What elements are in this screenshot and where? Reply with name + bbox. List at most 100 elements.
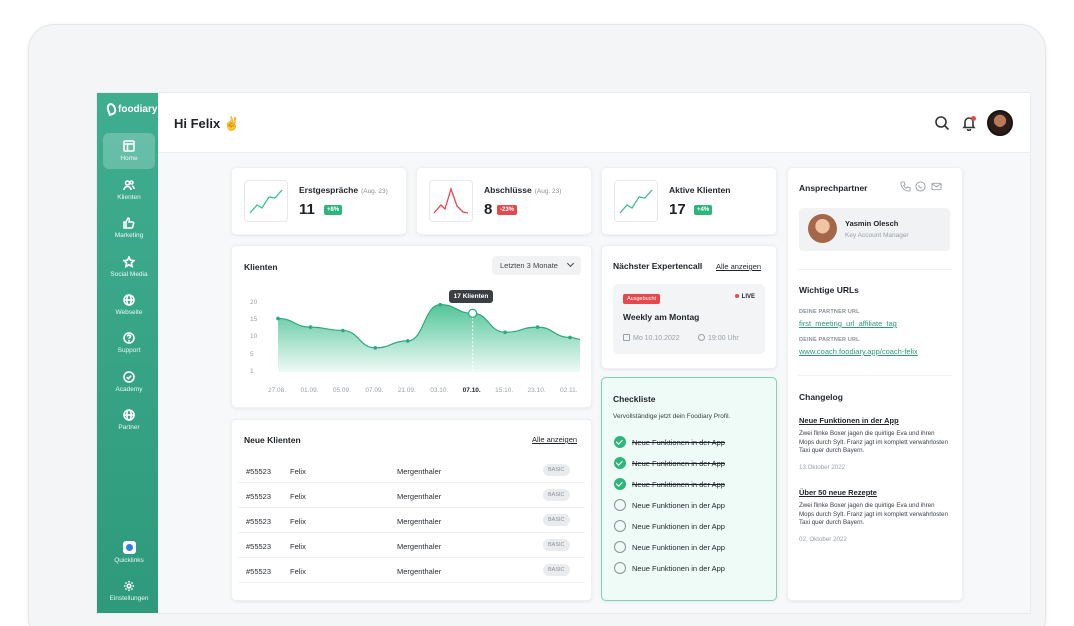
event-time: 19:00 Uhr (698, 334, 739, 342)
checked-circle-icon[interactable] (614, 436, 626, 448)
checklist-item[interactable]: Neue Funktionen in der App (614, 518, 774, 534)
sidebar-item-webseite[interactable]: Webseite (103, 287, 155, 323)
table-row[interactable]: #55523 Felix Mergenthaler BASIC (238, 533, 585, 558)
y-tick-label: 1 (250, 368, 254, 375)
table-row[interactable]: #55523 Felix Mergenthaler BASIC (238, 558, 585, 583)
checklist-item[interactable]: Neue Funktionen in der App (614, 455, 774, 471)
x-tick-label: 15.10. (495, 387, 514, 394)
chart-point[interactable] (468, 308, 478, 318)
client-id: #55523 (246, 467, 272, 476)
star-icon (123, 256, 135, 268)
changelog-entry-text: Zwei flinke Boxer jagen die quirlige Eva… (799, 430, 948, 454)
client-first-name: Felix (290, 542, 306, 551)
trend-up-icon (249, 189, 283, 214)
changelog-entry-title[interactable]: Neue Funktionen in der App (799, 416, 899, 425)
globe-icon (123, 409, 135, 421)
sidebar-item-marketing[interactable]: Marketing (103, 210, 155, 246)
checklist-item-label: Neue Funktionen in der App (632, 479, 725, 489)
neue-klienten-show-all-link[interactable]: Alle anzeigen (532, 435, 577, 444)
trend-thumbnail (429, 180, 473, 222)
checked-circle-icon[interactable] (614, 478, 626, 490)
unchecked-circle-icon[interactable] (614, 562, 626, 574)
partner-url-link[interactable]: www.coach.foodiary.app/coach-felix (799, 347, 918, 356)
event-name: Weekly am Montag (623, 312, 700, 322)
kpi-title: Erstgespräche (Aug. 23) (299, 185, 388, 195)
expertencall-show-all-link[interactable]: Alle anzeigen (716, 262, 761, 271)
checked-circle-icon[interactable] (614, 457, 626, 469)
sidebar-item-academy[interactable]: Academy (103, 364, 155, 400)
x-tick-label: 02.11. (560, 387, 578, 394)
plan-badge: BASIC (543, 464, 570, 476)
checklist-item[interactable]: Neue Funktionen in der App (614, 560, 774, 576)
checklist-item[interactable]: Neue Funktionen in der App (614, 476, 774, 492)
table-row[interactable]: #55523 Felix Mergenthaler BASIC (238, 508, 585, 533)
client-last-name: Mergenthaler (397, 467, 442, 476)
checklist-item-label: Neue Funktionen in der App (632, 542, 725, 552)
x-tick-label: 01.09. (300, 387, 319, 394)
sidebar-item-partner[interactable]: Partner (103, 402, 155, 438)
sidebar-item-social-media[interactable]: Social Media (103, 249, 155, 285)
chart-point (535, 325, 540, 329)
client-last-name: Mergenthaler (397, 492, 442, 501)
kpi-value: 11 (299, 201, 315, 218)
unchecked-circle-icon[interactable] (614, 499, 626, 511)
unchecked-circle-icon[interactable] (614, 541, 626, 553)
kpi-card-erstgespraeche: Erstgespräche (Aug. 23) 11 +8% (231, 167, 407, 235)
sidebar-item-support[interactable]: Support (103, 325, 155, 361)
sidebar-item-quicklinks[interactable]: Quicklinks (103, 534, 155, 570)
checklist-item-label: Neue Funktionen in der App (632, 458, 725, 468)
chart-point (341, 328, 345, 333)
clock-icon (698, 334, 705, 341)
sidebar-item-home[interactable]: Home (103, 133, 155, 169)
sidebar-item-klienten[interactable]: Klienten (103, 172, 155, 208)
partner-url-link[interactable]: first_meeting_url_affiliate_tag (799, 319, 897, 328)
checklist-item-label: Neue Funktionen in der App (632, 563, 725, 573)
client-first-name: Felix (290, 517, 306, 526)
whatsapp-icon[interactable] (915, 181, 926, 192)
user-avatar[interactable] (987, 110, 1013, 136)
check-circle-icon (123, 371, 135, 383)
x-tick-label: 07.10. (462, 387, 481, 394)
phone-icon[interactable] (900, 181, 911, 192)
client-id: #55523 (246, 492, 272, 501)
trend-down-icon (433, 186, 469, 214)
device-frame: foodiary Home Klienten Marketing Social … (28, 24, 1046, 626)
checklist-item-label: Neue Funktionen in der App (632, 500, 725, 510)
chart-point (405, 339, 410, 343)
status-badge: Ausgebucht (623, 294, 661, 304)
client-last-name: Mergenthaler (397, 542, 442, 551)
client-id: #55523 (246, 517, 272, 526)
notifications-button[interactable] (961, 115, 977, 132)
event-card[interactable]: Ausgebucht LIVE Weekly am Montag Mo 10.1… (613, 284, 765, 354)
expertencall-title: Nächster Expertencall (613, 261, 703, 271)
klienten-chart-card: Klienten Letzten 3 Monate 1 5 10 15 20 27.08.… (231, 245, 592, 408)
urls-title: Wichtige URLs (799, 285, 859, 295)
kpi-value: 8 (484, 201, 493, 218)
unchecked-circle-icon[interactable] (614, 520, 626, 532)
checklist-item[interactable]: Neue Funktionen in der App (614, 497, 774, 513)
client-last-name: Mergenthaler (397, 567, 442, 576)
url-label: DEINE PARTNER URL (799, 337, 860, 343)
checklist-item[interactable]: Neue Funktionen in der App (614, 539, 774, 555)
table-row[interactable]: #55523 Felix Mergenthaler BASIC (238, 483, 585, 508)
kpi-title: Aktive Klienten (669, 185, 731, 195)
quicklinks-icon (122, 540, 136, 554)
changelog-entry-date: 02. Oktober 2022 (799, 536, 847, 543)
kpi-change-badge: +4% (694, 205, 713, 215)
mail-icon[interactable] (931, 181, 942, 192)
x-tick-label: 21.09. (397, 387, 416, 394)
sidebar-item-einstellungen[interactable]: Einstellungen (103, 573, 155, 609)
table-row[interactable]: #55523 Felix Mergenthaler BASIC (238, 458, 585, 483)
top-header: Hi Felix ✌️ (158, 93, 1030, 153)
search-button[interactable] (934, 115, 950, 131)
kpi-title: Abschlüsse (Aug. 23) (484, 185, 562, 195)
chart-point (568, 335, 572, 340)
changelog-title: Changelog (799, 392, 843, 402)
checklist-item[interactable]: Neue Funktionen in der App (614, 434, 774, 450)
checklist-item-label: Neue Funktionen in der App (632, 437, 725, 447)
logo[interactable]: foodiary (105, 101, 157, 117)
leaf-icon (105, 101, 118, 117)
live-dot-icon (734, 294, 739, 299)
contact-name: Yasmin Olesch (845, 219, 899, 228)
changelog-entry-title[interactable]: Über 50 neue Rezepte (799, 488, 877, 497)
